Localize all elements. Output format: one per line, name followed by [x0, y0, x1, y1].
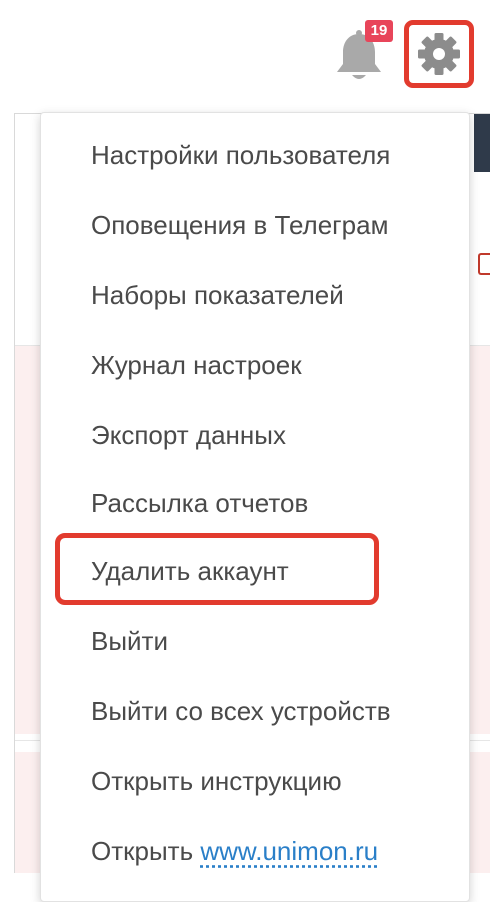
menu-item-logout-all-devices[interactable]: Выйти со всех устройств: [91, 695, 391, 727]
notification-count-badge: 19: [365, 20, 393, 42]
menu-item-open-website[interactable]: Открыть www.unimon.ru: [91, 835, 378, 867]
menu-item-telegram-notifications[interactable]: Оповещения в Телеграм: [91, 209, 388, 241]
menu-item-data-export[interactable]: Экспорт данных: [91, 419, 286, 451]
menu-item-logout[interactable]: Выйти: [91, 625, 168, 657]
settings-button[interactable]: [404, 20, 474, 88]
menu-item-delete-account[interactable]: Удалить аккаунт: [91, 555, 289, 587]
website-link[interactable]: www.unimon.ru: [200, 836, 378, 866]
menu-item-indicator-sets[interactable]: Наборы показателей: [91, 279, 344, 311]
settings-dropdown-menu: Настройки пользователя Оповещения в Теле…: [40, 112, 470, 902]
background-dark-header-cell: [474, 114, 490, 172]
gear-icon: [417, 32, 461, 76]
menu-item-report-mailing[interactable]: Рассылка отчетов: [91, 487, 308, 519]
menu-item-open-website-prefix: Открыть: [91, 836, 200, 866]
menu-item-settings-log[interactable]: Журнал настроек: [91, 349, 302, 381]
menu-item-user-settings[interactable]: Настройки пользователя: [91, 139, 390, 171]
menu-item-open-instructions[interactable]: Открыть инструкцию: [91, 765, 342, 797]
background-status-mark: [478, 253, 490, 275]
